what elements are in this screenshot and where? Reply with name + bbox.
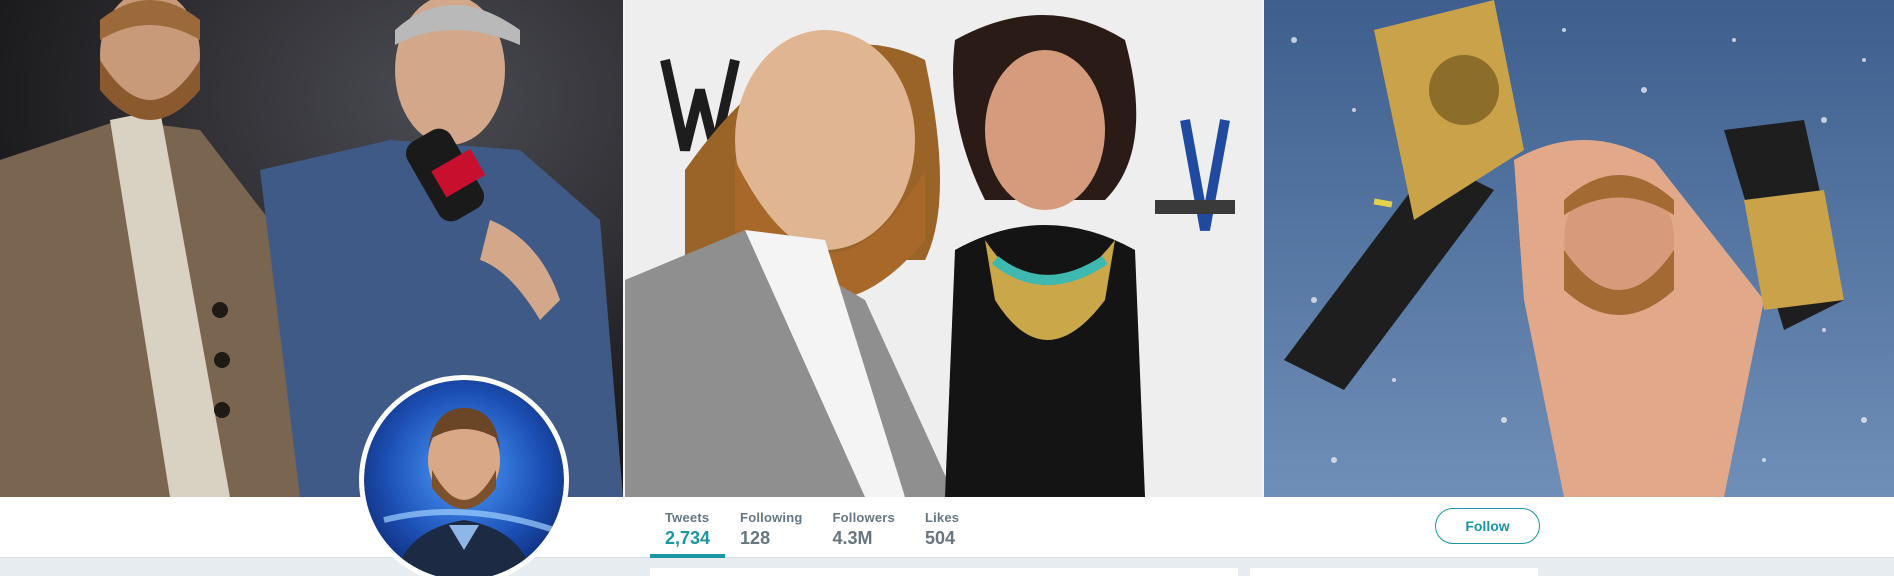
stat-following[interactable]: Following 128 <box>725 497 817 558</box>
follow-button[interactable]: Follow <box>1435 508 1540 544</box>
stat-label: Followers <box>832 510 895 525</box>
stat-label: Likes <box>924 510 960 525</box>
avatar-photo <box>364 380 564 576</box>
twitter-profile-page: Tweets 2,734 Following 128 Followers 4.3… <box>0 0 1894 576</box>
stat-likes[interactable]: Likes 504 <box>910 497 974 558</box>
stat-value: 128 <box>740 528 771 548</box>
timeline-card <box>650 568 1238 576</box>
banner-photo-right <box>1264 0 1894 497</box>
sidebar-card <box>1250 568 1538 576</box>
profile-avatar[interactable] <box>359 375 569 576</box>
profile-header-banner[interactable] <box>0 0 1894 497</box>
stat-label: Tweets <box>665 510 710 525</box>
stat-value: 2,734 <box>665 528 711 548</box>
profile-nav: Tweets 2,734 Following 128 Followers 4.3… <box>0 497 1894 558</box>
stat-tweets[interactable]: Tweets 2,734 <box>650 497 726 558</box>
profile-stats: Tweets 2,734 Following 128 Followers 4.3… <box>650 497 974 558</box>
stat-followers[interactable]: Followers 4.3M <box>818 497 910 558</box>
banner-photo-center <box>625 0 1262 497</box>
stat-value: 4.3M <box>832 528 873 548</box>
stat-value: 504 <box>924 528 956 548</box>
stat-label: Following <box>740 510 803 525</box>
